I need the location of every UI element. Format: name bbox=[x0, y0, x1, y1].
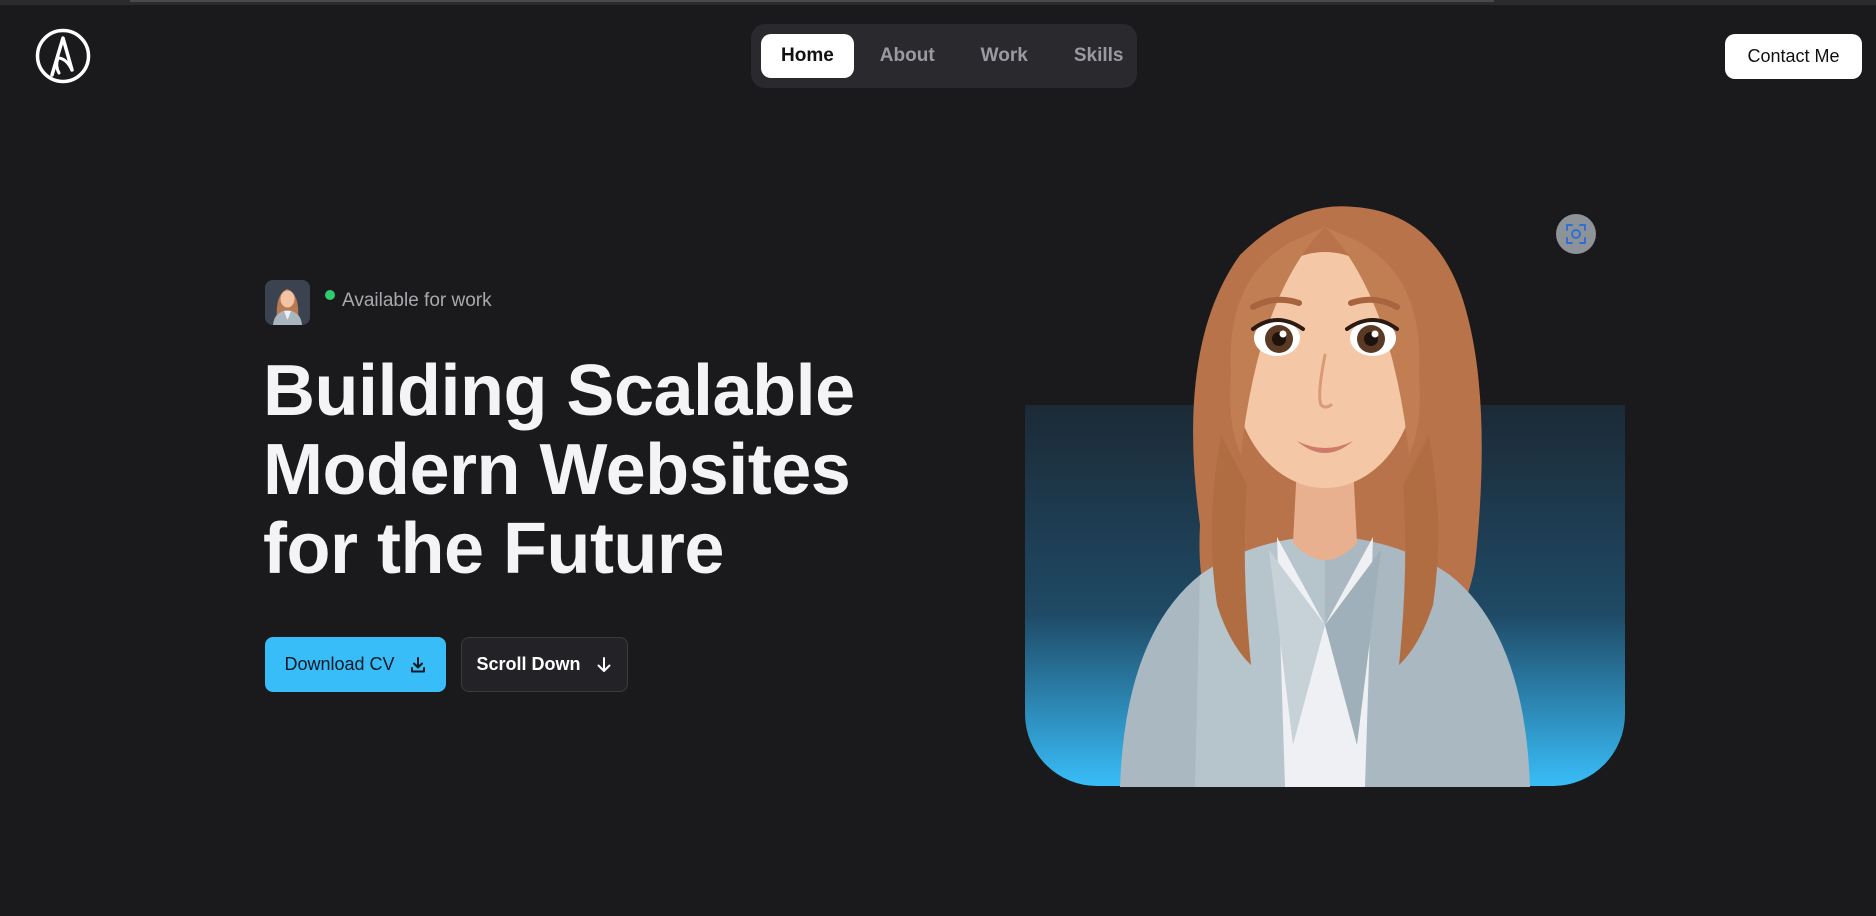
scroll-down-button[interactable]: Scroll Down bbox=[461, 637, 628, 692]
nav-about[interactable]: About bbox=[860, 34, 955, 78]
headline-line-1: Building Scalable bbox=[263, 351, 855, 431]
portrait-image bbox=[1120, 206, 1530, 787]
download-icon bbox=[410, 656, 425, 672]
scroll-track bbox=[130, 0, 1494, 2]
contact-me-button[interactable]: Contact Me bbox=[1725, 34, 1862, 79]
avatar bbox=[265, 280, 310, 325]
arrow-down-icon bbox=[597, 656, 610, 672]
browser-top-strip bbox=[0, 0, 1876, 5]
main-nav: Home About Work Skills bbox=[751, 24, 1137, 88]
logo-icon[interactable] bbox=[35, 28, 91, 84]
status-dot bbox=[325, 290, 335, 300]
page-title: Building Scalable Modern Websites for th… bbox=[263, 352, 903, 589]
nav-skills[interactable]: Skills bbox=[1054, 34, 1144, 78]
nav-work[interactable]: Work bbox=[961, 34, 1048, 78]
nav-home[interactable]: Home bbox=[761, 34, 854, 78]
scan-icon[interactable] bbox=[1556, 214, 1596, 254]
availability-status: Available for work bbox=[342, 290, 492, 311]
scroll-down-label: Scroll Down bbox=[476, 654, 581, 674]
headline-line-2: Modern Websites bbox=[263, 430, 851, 510]
download-cv-button[interactable]: Download CV bbox=[265, 637, 446, 692]
headline-line-3: for the Future bbox=[263, 509, 724, 589]
download-cv-label: Download CV bbox=[284, 654, 395, 674]
